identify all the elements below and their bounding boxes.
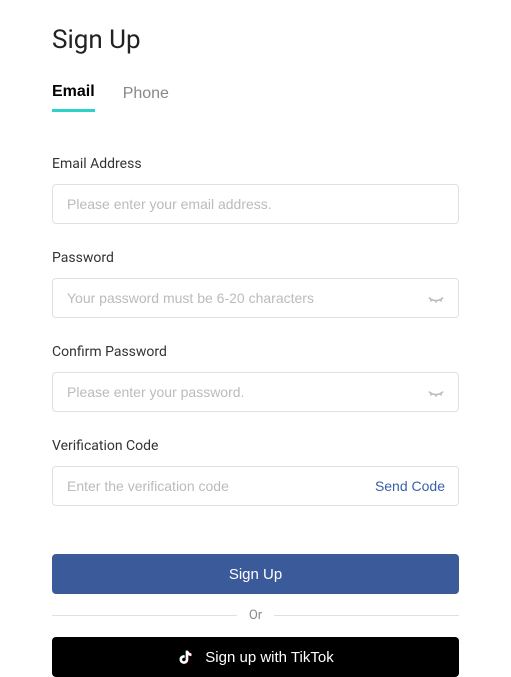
confirm-password-input-wrap	[52, 372, 459, 412]
password-label: Password	[52, 250, 459, 266]
confirm-password-label: Confirm Password	[52, 344, 459, 360]
password-input-wrap	[52, 278, 459, 318]
signup-tabs: Email Phone	[52, 83, 459, 112]
confirm-password-input[interactable]	[52, 372, 459, 412]
email-input-wrap	[52, 184, 459, 224]
email-label: Email Address	[52, 156, 459, 172]
tiktok-button-label: Sign up with TikTok	[205, 649, 333, 666]
divider-text: Or	[237, 608, 274, 623]
eye-closed-icon[interactable]	[427, 383, 445, 401]
tab-email[interactable]: Email	[52, 83, 95, 112]
tiktok-icon	[177, 648, 195, 666]
page-title: Sign Up	[52, 25, 459, 55]
password-input[interactable]	[52, 278, 459, 318]
verification-code-input-wrap: Send Code	[52, 466, 459, 506]
send-code-button[interactable]: Send Code	[375, 478, 445, 494]
tab-phone[interactable]: Phone	[123, 83, 169, 112]
signup-button[interactable]: Sign Up	[52, 554, 459, 594]
email-input[interactable]	[52, 184, 459, 224]
verification-code-label: Verification Code	[52, 438, 459, 454]
email-field-group: Email Address	[52, 156, 459, 224]
confirm-password-field-group: Confirm Password	[52, 344, 459, 412]
verification-code-field-group: Verification Code Send Code	[52, 438, 459, 506]
eye-closed-icon[interactable]	[427, 289, 445, 307]
divider: Or	[52, 608, 459, 623]
password-field-group: Password	[52, 250, 459, 318]
tiktok-signup-button[interactable]: Sign up with TikTok	[52, 637, 459, 677]
